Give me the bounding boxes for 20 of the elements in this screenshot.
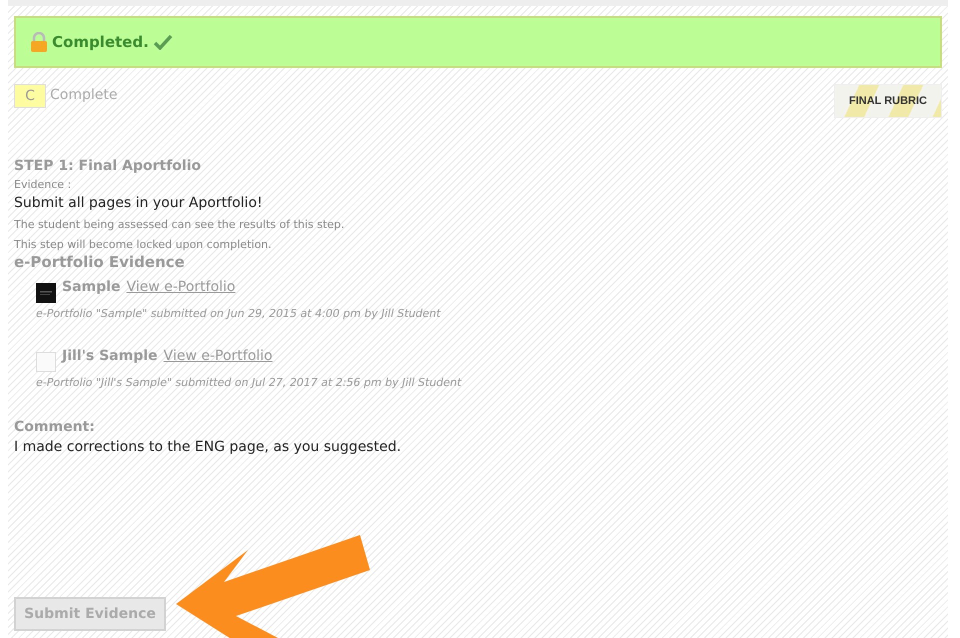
status-text: Completed. [52, 33, 149, 51]
grade-badge: C [14, 84, 46, 108]
comment-text: I made corrections to the ENG page, as you suggested. [14, 439, 402, 455]
thumbnail-icon [36, 352, 56, 372]
submission-info: e-Portfolio "Jill's Sample" submitted on Jul 27, 2017 at 2:56 pm by Jill Student [36, 376, 463, 389]
note-text: This step will become locked upon completion. [14, 238, 273, 251]
portfolio-name: Sample [62, 279, 120, 295]
evidence-label: Evidence : [14, 178, 72, 191]
section-heading: e-Portfolio Evidence [14, 253, 186, 271]
thumbnail-icon [36, 283, 56, 303]
step-title: STEP 1: Final Aportfolio [14, 158, 202, 174]
grade-label: Complete [50, 86, 118, 105]
portfolio-name: Jill's Sample [62, 348, 158, 364]
instruction-text: Submit all pages in your Aportfolio! [14, 195, 264, 211]
view-portfolio-link[interactable]: View e-Portfolio [126, 279, 236, 295]
view-portfolio-link[interactable]: View e-Portfolio [164, 348, 272, 364]
final-rubric-button[interactable]: FINAL RUBRIC [834, 84, 942, 118]
comment-label: Comment: [14, 419, 96, 435]
submission-info: e-Portfolio "Sample" submitted on Jun 29, 2015 at 4:00 pm by Jill Student [36, 307, 442, 320]
note-text: The student being assessed can see the results of this step. [14, 218, 346, 231]
